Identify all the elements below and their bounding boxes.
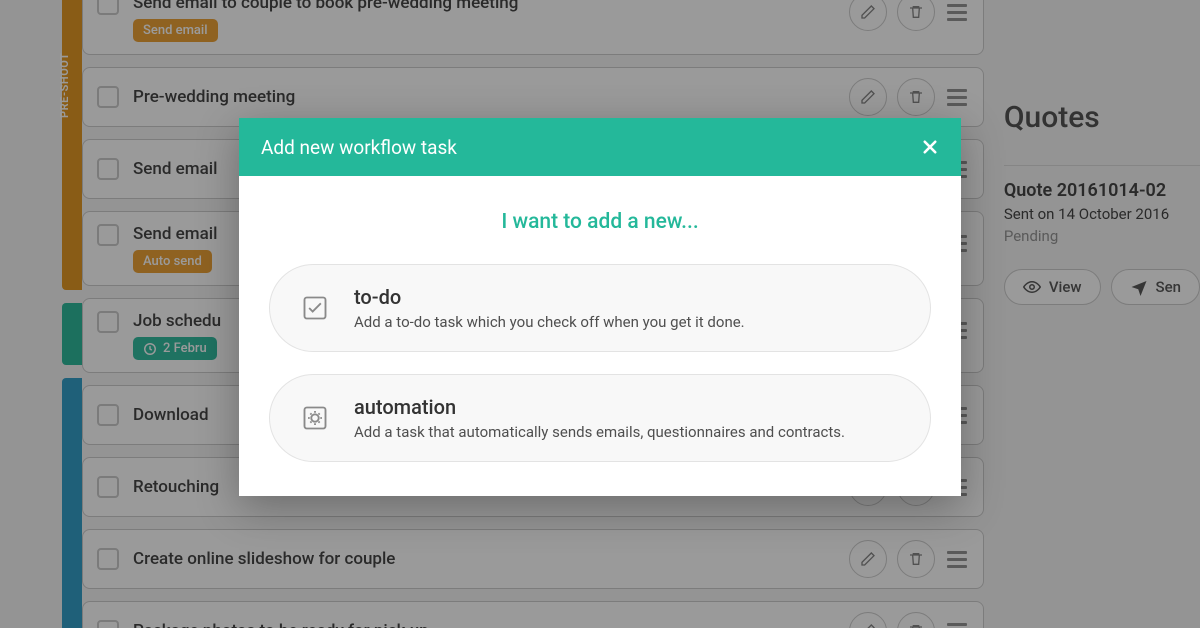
add-task-modal: Add new workflow task I want to add a ne…: [239, 118, 961, 496]
modal-close-button[interactable]: [921, 138, 939, 156]
option-description: Add a task that automatically sends emai…: [354, 423, 845, 441]
checkbox-icon: [300, 293, 330, 323]
modal-header: Add new workflow task: [239, 118, 961, 176]
modal-title: Add new workflow task: [261, 136, 457, 159]
option-todo[interactable]: to-do Add a to-do task which you check o…: [269, 264, 931, 352]
modal-subtitle: I want to add a new...: [269, 210, 931, 234]
option-automation[interactable]: automation Add a task that automatically…: [269, 374, 931, 462]
option-title: to-do: [354, 285, 745, 309]
gear-icon: [300, 403, 330, 433]
option-description: Add a to-do task which you check off whe…: [354, 313, 745, 331]
option-title: automation: [354, 395, 845, 419]
close-icon: [921, 138, 939, 156]
